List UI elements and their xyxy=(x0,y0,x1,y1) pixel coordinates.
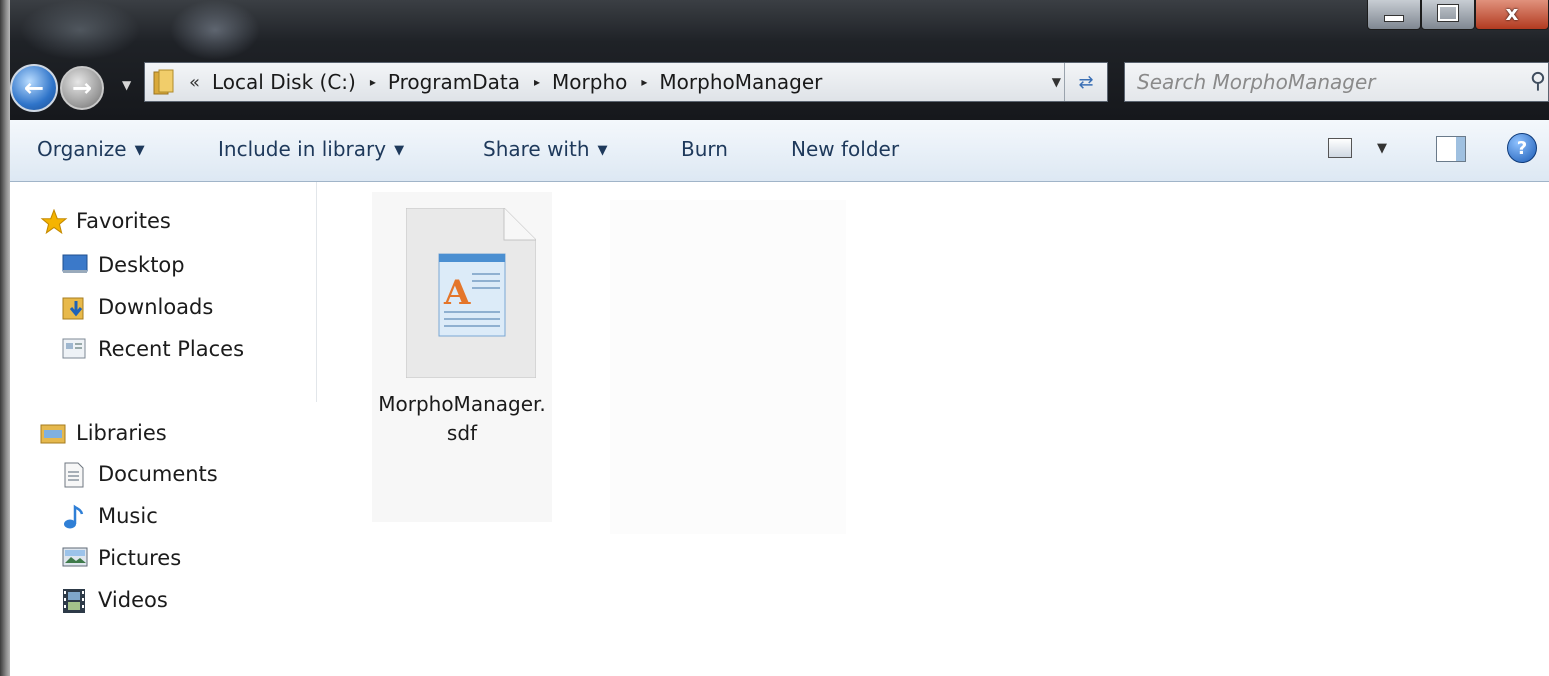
sidebar-item-desktop[interactable]: Desktop xyxy=(62,250,185,280)
documents-icon xyxy=(62,462,86,488)
sidebar-item-downloads[interactable]: Downloads xyxy=(62,292,213,322)
aero-glass-blur xyxy=(170,0,260,60)
sidebar-item-label: Downloads xyxy=(98,295,214,319)
desktop-icon xyxy=(62,253,88,277)
pane-divider[interactable] xyxy=(316,182,317,402)
address-bar[interactable]: « Local Disk (C:) ▸ ProgramData ▸ Morpho… xyxy=(144,62,1108,102)
sidebar-item-libraries[interactable]: Libraries xyxy=(40,418,167,448)
sidebar-item-label: Desktop xyxy=(98,253,185,277)
breadcrumb-separator-icon[interactable]: ▸ xyxy=(370,75,376,89)
downloads-folder-icon xyxy=(62,295,86,320)
breadcrumb-separator-icon[interactable]: ▸ xyxy=(534,75,540,89)
search-input[interactable]: Search MorphoManager ⚲ xyxy=(1124,62,1549,102)
include-in-library-button[interactable]: Include in library ▼ xyxy=(218,137,404,161)
share-with-label: Share with xyxy=(483,137,590,161)
aero-glass-blur xyxy=(20,0,140,60)
film-strip-icon xyxy=(62,588,86,613)
empty-tile-area xyxy=(610,200,846,534)
chevron-down-icon: ▼ xyxy=(134,143,145,158)
help-icon[interactable]: ? xyxy=(1507,133,1537,163)
sidebar-item-music[interactable]: Music xyxy=(62,501,158,531)
sidebar-item-favorites[interactable]: Favorites xyxy=(40,206,171,236)
explorer-content: Favorites Desktop Downloads Recent Place… xyxy=(10,182,1549,676)
file-list-pane: A MorphoManager. sdf xyxy=(318,182,1549,676)
new-folder-button[interactable]: New folder xyxy=(791,137,899,161)
star-icon xyxy=(40,208,68,235)
folder-icon xyxy=(153,69,175,95)
window-left-frame xyxy=(0,0,10,676)
minimize-icon xyxy=(1384,14,1404,22)
burn-button[interactable]: Burn xyxy=(681,137,728,161)
maximize-button[interactable] xyxy=(1421,0,1475,30)
share-with-button[interactable]: Share with ▼ xyxy=(483,137,608,161)
view-options-dropdown[interactable]: ▼ xyxy=(1377,141,1387,156)
chevron-down-icon: ▼ xyxy=(597,143,608,158)
forward-arrow-icon: → xyxy=(71,74,93,102)
sidebar-item-videos[interactable]: Videos xyxy=(62,585,168,615)
back-button[interactable]: ← xyxy=(10,64,58,112)
close-button[interactable]: x xyxy=(1475,0,1549,30)
command-bar: Organize ▼ Include in library ▼ Share with… xyxy=(10,120,1549,182)
organize-label: Organize xyxy=(37,137,127,161)
sidebar-item-recent-places[interactable]: Recent Places xyxy=(62,334,244,364)
pictures-icon xyxy=(62,546,88,570)
navigation-pane: Favorites Desktop Downloads Recent Place… xyxy=(10,182,318,676)
breadcrumb-separator-icon[interactable]: ▸ xyxy=(641,75,647,89)
sdf-document-icon: A xyxy=(405,207,537,379)
music-note-icon xyxy=(62,504,86,529)
change-view-icon[interactable] xyxy=(1328,138,1352,158)
sidebar-item-label: Music xyxy=(98,504,158,528)
recent-pages-dropdown[interactable]: ▼ xyxy=(122,78,131,92)
breadcrumb-morphomanager[interactable]: MorphoManager xyxy=(659,70,822,94)
preview-pane-icon[interactable] xyxy=(1436,136,1466,162)
organize-menu-button[interactable]: Organize ▼ xyxy=(37,137,145,161)
refresh-icon[interactable]: ⇄ xyxy=(1064,63,1107,101)
maximize-icon xyxy=(1438,5,1458,21)
sidebar-item-label: Pictures xyxy=(98,546,182,570)
navigation-row: ← → ▼ « Local Disk (C:) ▸ ProgramData ▸ … xyxy=(10,58,1549,112)
minimize-button[interactable] xyxy=(1367,0,1421,30)
sidebar-item-label: Videos xyxy=(98,588,168,612)
sidebar-item-label: Documents xyxy=(98,462,218,486)
sidebar-item-label: Recent Places xyxy=(98,337,245,361)
recent-places-icon xyxy=(62,337,86,361)
libraries-icon xyxy=(40,421,66,445)
file-name-line-1: MorphoManager. xyxy=(378,392,546,416)
sidebar-item-pictures[interactable]: Pictures xyxy=(62,543,181,573)
close-icon: x xyxy=(1505,1,1519,25)
search-icon[interactable]: ⚲ xyxy=(1530,69,1546,94)
file-name-line-2: sdf xyxy=(446,421,478,445)
file-name: MorphoManager. sdf xyxy=(372,390,552,448)
chevron-down-icon: ▼ xyxy=(394,143,405,158)
breadcrumb-morpho[interactable]: Morpho xyxy=(552,70,627,94)
file-item-morphomanager-sdf[interactable]: A MorphoManager. sdf xyxy=(372,192,552,522)
svg-text:A: A xyxy=(443,273,471,313)
sidebar-item-documents[interactable]: Documents xyxy=(62,459,218,489)
address-history-dropdown[interactable]: ▼ xyxy=(1052,75,1061,89)
breadcrumb-programdata[interactable]: ProgramData xyxy=(388,70,520,94)
sidebar-item-label: Libraries xyxy=(76,421,167,445)
caption-buttons: x xyxy=(1367,0,1549,36)
breadcrumb-local-disk[interactable]: Local Disk (C:) xyxy=(212,70,356,94)
back-arrow-icon: ← xyxy=(23,74,45,102)
forward-button[interactable]: → xyxy=(60,66,104,110)
search-placeholder: Search MorphoManager xyxy=(1137,70,1376,94)
sidebar-item-label: Favorites xyxy=(76,209,171,233)
address-overflow-chevron[interactable]: « xyxy=(189,72,200,93)
include-in-library-label: Include in library xyxy=(218,137,387,161)
